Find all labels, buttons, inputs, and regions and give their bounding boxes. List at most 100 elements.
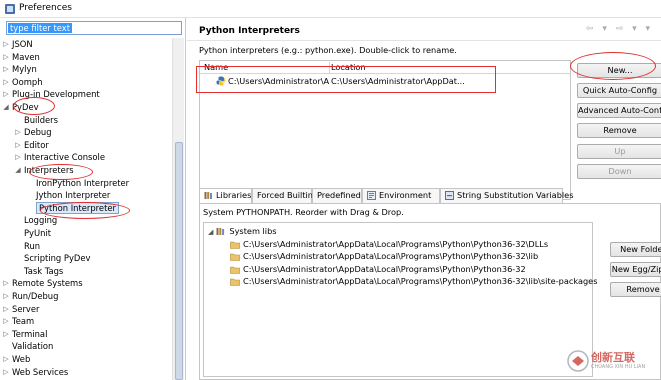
- tree-item[interactable]: Validation: [0, 340, 170, 353]
- tree-item[interactable]: ▷ Maven: [0, 51, 170, 64]
- library-path-item[interactable]: C:\Users\Administrator\AppData\Local\Pro…: [230, 275, 598, 288]
- expand-icon[interactable]: ▷: [2, 51, 10, 64]
- collapse-icon[interactable]: ◢: [14, 164, 22, 177]
- tree-item[interactable]: ▷ JSON: [0, 38, 170, 51]
- collapse-icon[interactable]: ◢: [2, 101, 10, 114]
- tree-item-label: Scripting PyDev: [24, 253, 91, 264]
- tree-item[interactable]: Task Tags: [0, 265, 170, 278]
- tree-item-label: JSON: [12, 39, 33, 49]
- preferences-icon: [5, 4, 15, 14]
- folder-icon: [230, 253, 240, 261]
- tab-bar: Libraries Forced Builtins Predefined Env…: [199, 188, 661, 204]
- tree-item-label: Oomph: [12, 76, 43, 87]
- expand-icon[interactable]: ▷: [2, 277, 10, 290]
- tree-item-label: Builders: [24, 114, 58, 125]
- tree-item-label: Editor: [24, 139, 49, 150]
- tree-item[interactable]: ▷ Server: [0, 303, 170, 316]
- expand-icon[interactable]: ▷: [2, 353, 10, 366]
- tree-item-label: Run: [24, 240, 41, 251]
- remove-library-button[interactable]: Remove: [610, 282, 661, 297]
- library-path-label: C:\Users\Administrator\AppData\Local\Pro…: [243, 251, 539, 261]
- tree-item-label: Server: [12, 303, 40, 314]
- tree-item-label: PyUnit: [24, 228, 52, 238]
- library-path-item[interactable]: C:\Users\Administrator\AppData\Local\Pro…: [230, 263, 526, 276]
- tree-item-label: Web: [12, 354, 31, 364]
- tree-item[interactable]: Jython Interpreter: [0, 189, 170, 202]
- tree-item[interactable]: IronPython Interpreter: [0, 177, 170, 190]
- tree-item[interactable]: ▷ Web Services: [0, 366, 170, 379]
- tab-forced-builtins[interactable]: Forced Builtins: [252, 188, 317, 203]
- up-button[interactable]: Up: [577, 144, 661, 159]
- expand-icon[interactable]: ▷: [2, 76, 10, 89]
- tree-item[interactable]: ▷ Interactive Console: [0, 151, 170, 164]
- tree-item[interactable]: ▷ Mylyn: [0, 63, 170, 76]
- quick-auto-config-button[interactable]: Quick Auto-Config: [577, 83, 661, 98]
- tree-scrollbar-thumb[interactable]: [175, 142, 183, 380]
- tree-item[interactable]: Run: [0, 240, 170, 253]
- annotation-highlight-oval: [29, 164, 93, 180]
- tree-item-label: Mylyn: [12, 64, 37, 75]
- expand-icon[interactable]: ▷: [2, 38, 10, 51]
- tree-item[interactable]: ▷ Oomph: [0, 76, 170, 89]
- down-button[interactable]: Down: [577, 164, 661, 179]
- advanced-auto-config-button[interactable]: Advanced Auto-Config: [577, 103, 661, 118]
- tab-predefined[interactable]: Predefined: [312, 188, 362, 203]
- watermark-logo-icon: [567, 350, 589, 372]
- expand-icon[interactable]: ▷: [2, 88, 10, 101]
- expand-icon[interactable]: ▷: [14, 139, 22, 152]
- library-path-label: C:\Users\Administrator\AppData\Local\Pro…: [243, 238, 549, 249]
- environment-icon: [367, 191, 376, 200]
- new-folder-button[interactable]: New Folder: [610, 242, 661, 257]
- library-path-label: C:\Users\Administrator\AppData\Local\Pro…: [243, 263, 526, 274]
- tree-item[interactable]: ▷ Debug: [0, 126, 170, 139]
- tree-item-label: Remote Systems: [12, 278, 83, 289]
- tab-predefined-label: Predefined: [317, 190, 361, 200]
- watermark-logo: 创新互联 CHUANG XIN HU LIAN: [565, 346, 661, 380]
- expand-icon[interactable]: ▷: [2, 328, 10, 341]
- expand-icon[interactable]: ▷: [14, 126, 22, 139]
- tree-item[interactable]: Scripting PyDev: [0, 252, 170, 265]
- tree-item[interactable]: ▷ Run/Debug: [0, 290, 170, 303]
- remove-interpreter-button[interactable]: Remove: [577, 123, 661, 138]
- tree-item[interactable]: ▷ Team: [0, 315, 170, 328]
- expand-icon[interactable]: ▷: [14, 151, 22, 164]
- expand-icon[interactable]: ▷: [2, 303, 10, 316]
- system-libs-tree[interactable]: ◢ System libs C:\Users\Administrator\AppD…: [203, 222, 598, 377]
- tree-item[interactable]: ▷ Web: [0, 353, 170, 366]
- watermark-subtext: CHUANG XIN HU LIAN: [591, 364, 646, 370]
- tree-item[interactable]: Builders: [0, 114, 170, 127]
- tab-environment-label: Environment: [379, 190, 432, 200]
- tree-item-label: Maven: [12, 51, 40, 62]
- annotation-highlight-oval: [40, 202, 130, 219]
- tab-environment[interactable]: Environment: [362, 188, 440, 203]
- tree-item-label: Terminal: [12, 328, 48, 339]
- tree-item-label: Jython Interpreter: [36, 190, 111, 201]
- expand-icon[interactable]: ▷: [2, 290, 10, 303]
- tab-libraries-label: Libraries: [216, 190, 252, 200]
- expand-icon[interactable]: ▷: [2, 315, 10, 328]
- tree-item[interactable]: ▷ Remote Systems: [0, 277, 170, 290]
- tree-item[interactable]: ▷ Editor: [0, 139, 170, 152]
- library-path-item[interactable]: C:\Users\Administrator\AppData\Local\Pro…: [230, 238, 548, 251]
- tab-forced-builtins-label: Forced Builtins: [257, 190, 318, 200]
- new-egg-zip-button[interactable]: New Egg/Zip(s): [610, 262, 661, 277]
- tree-item[interactable]: PyUnit: [0, 227, 170, 240]
- tree-item-label: Team: [12, 316, 35, 327]
- title-bar: Preferences: [0, 0, 661, 18]
- library-path-item[interactable]: C:\Users\Administrator\AppData\Local\Pro…: [230, 250, 538, 263]
- tree-item-label: Validation: [12, 341, 54, 352]
- page-title: Python Interpreters: [199, 26, 300, 36]
- tree-scrollbar[interactable]: [172, 38, 184, 380]
- tree-item-label: Interactive Console: [24, 152, 106, 163]
- system-libs-node[interactable]: ◢ System libs: [208, 225, 277, 238]
- folder-icon: [230, 266, 240, 274]
- page-nav-buttons[interactable]: ⇦ ▾ ⇨ ▾ ▾: [586, 24, 653, 34]
- expand-icon[interactable]: ▷: [2, 63, 10, 76]
- collapse-toggle-icon[interactable]: ◢: [208, 228, 213, 236]
- tab-libraries[interactable]: Libraries: [199, 188, 252, 204]
- filter-input[interactable]: type filter text: [6, 21, 182, 35]
- expand-icon[interactable]: ▷: [2, 366, 10, 379]
- tree-item[interactable]: ▷ Terminal: [0, 328, 170, 341]
- tab-string-substitution-variables[interactable]: String Substitution Variables: [440, 188, 573, 203]
- tree-item-label: Run/Debug: [12, 291, 59, 301]
